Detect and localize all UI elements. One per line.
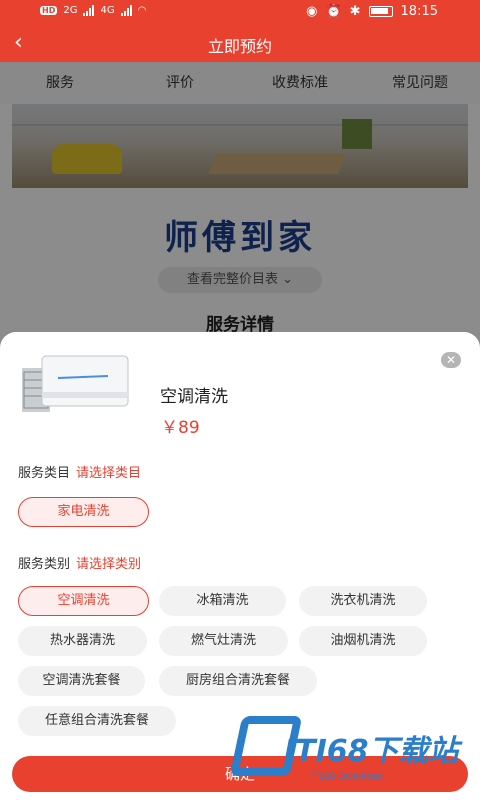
status-left: HD 2G 4G ◠ bbox=[40, 5, 146, 16]
watermark-text: ITI68下载站 bbox=[284, 734, 459, 769]
type-chip-kitchen-package[interactable]: 厨房组合清洗套餐 bbox=[159, 666, 317, 696]
type-chip-custom-package[interactable]: 任意组合清洗套餐 bbox=[18, 706, 176, 736]
category-label: 服务类目 bbox=[18, 466, 71, 481]
status-bar: HD 2G 4G ◠ ◉ ⏰ ✱ 18:15 bbox=[0, 0, 480, 26]
type-chip-water-heater-cleaning[interactable]: 热水器清洗 bbox=[18, 626, 147, 656]
type-label: 服务类别 bbox=[18, 557, 71, 572]
page-title: 立即预约 bbox=[207, 37, 272, 56]
signal-icon bbox=[83, 5, 95, 16]
type-chip-fridge-cleaning[interactable]: 冰箱清洗 bbox=[159, 586, 286, 616]
watermark-subtext: IT168 Download bbox=[310, 772, 383, 782]
air-conditioner-image bbox=[22, 355, 129, 412]
type-chip-gas-stove-cleaning[interactable]: 燃气灶清洗 bbox=[159, 626, 288, 656]
category-hint: 请选择类目 bbox=[76, 466, 142, 481]
category-chip-appliance-cleaning[interactable]: 家电清洗 bbox=[18, 497, 149, 527]
watermark-logo: ITI68下载站 IT168 Download bbox=[229, 712, 472, 786]
type-chip-range-hood-cleaning[interactable]: 油烟机清洗 bbox=[299, 626, 427, 656]
signal-icon-2 bbox=[120, 5, 132, 16]
type-chip-ac-cleaning[interactable]: 空调清洗 bbox=[18, 586, 149, 616]
eye-icon: ◉ bbox=[306, 4, 318, 19]
wifi-icon: ◠ bbox=[137, 5, 147, 16]
bluetooth-icon: ✱ bbox=[349, 4, 361, 19]
network-4g-label: 4G bbox=[100, 5, 115, 16]
clock-time: 18:15 bbox=[400, 4, 438, 19]
alarm-icon: ⏰ bbox=[325, 4, 342, 19]
category-row-label: 服务类目 请选择类目 bbox=[18, 462, 141, 481]
battery-icon bbox=[368, 6, 393, 17]
type-row-label: 服务类别 请选择类别 bbox=[18, 553, 141, 572]
hd-badge: HD bbox=[40, 6, 58, 15]
app-header: ‹ 立即预约 bbox=[0, 26, 480, 62]
product-price: ￥89 bbox=[161, 418, 200, 438]
status-right: ◉ ⏰ ✱ 18:15 bbox=[306, 4, 438, 19]
type-chip-ac-package[interactable]: 空调清洗套餐 bbox=[18, 666, 145, 696]
product-name: 空调清洗 bbox=[160, 387, 228, 407]
type-hint: 请选择类别 bbox=[76, 557, 142, 572]
type-chip-washer-cleaning[interactable]: 洗衣机清洗 bbox=[299, 586, 427, 616]
network-2g-label: 2G bbox=[63, 5, 78, 16]
close-icon[interactable]: ✕ bbox=[441, 352, 461, 368]
